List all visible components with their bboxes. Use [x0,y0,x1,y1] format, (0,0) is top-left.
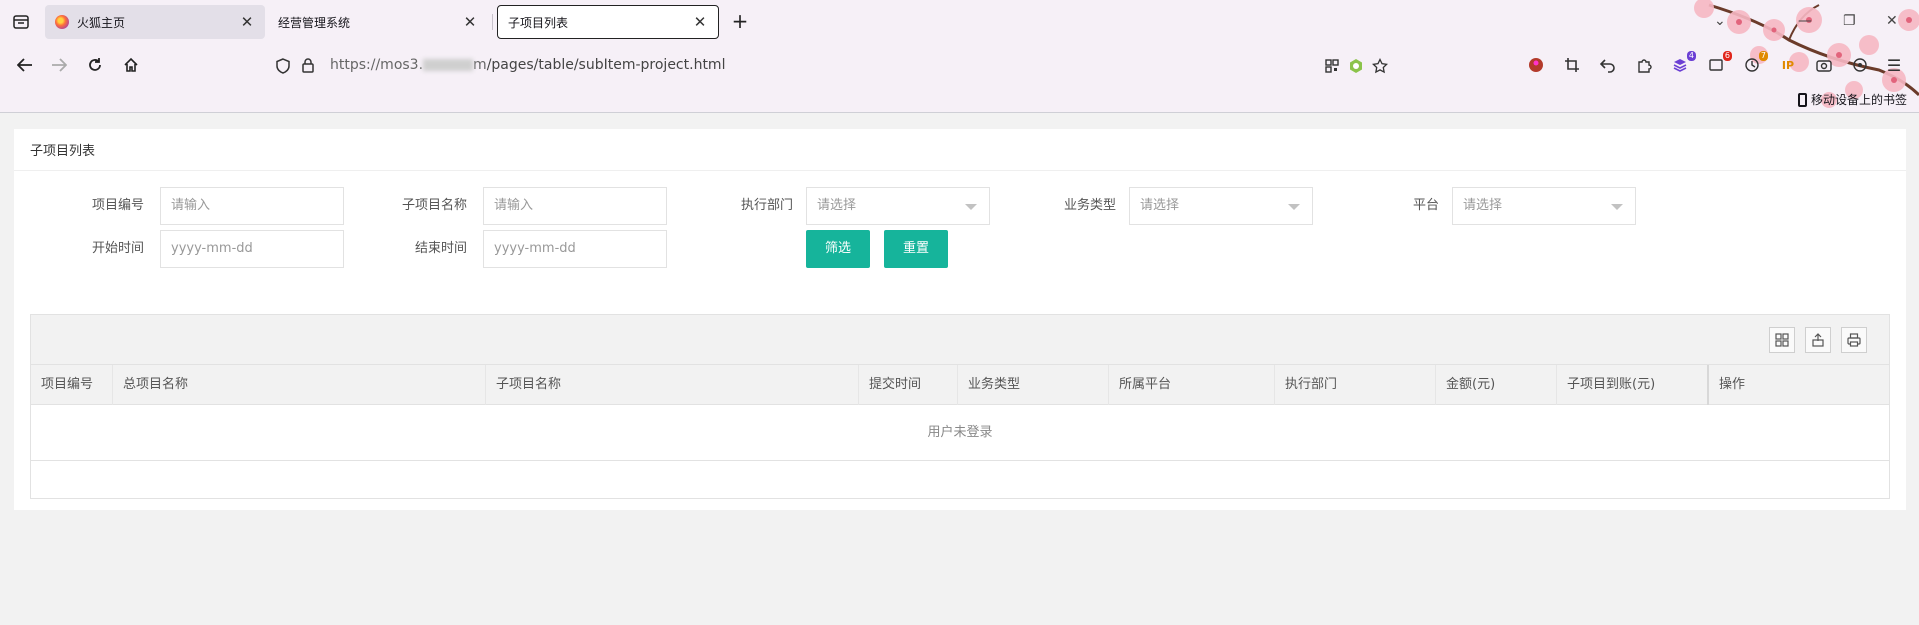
restore-icon[interactable]: ❐ [1843,13,1856,29]
column-header[interactable]: 总项目名称 [113,365,486,405]
window-close-icon[interactable]: ✕ [1886,13,1898,29]
url-text[interactable]: https://mos3. m/pages/table/subItem-proje… [330,57,725,73]
undo-icon[interactable] [1598,55,1618,75]
arrow-right-icon [52,58,67,72]
column-header[interactable]: 金额(元) [1436,365,1557,405]
page-card: 子项目列表 项目编号 请输入 子项目名称 请输入 执行部门 请选择 业务类型 请… [14,129,1906,510]
reload-icon [89,58,101,71]
ip-extension-icon[interactable]: IP [1778,55,1798,75]
tab-list-icon [13,15,29,29]
extensions-puzzle-icon[interactable] [1634,55,1654,75]
new-tab-button[interactable]: + [728,10,752,34]
forward-button[interactable] [46,53,72,77]
filter-button[interactable]: 筛选 [806,230,870,268]
chevron-down-icon[interactable]: ⌄ [1714,13,1726,29]
end-time-label: 结束时间 [414,241,467,256]
arrow-left-icon [17,58,32,72]
project-no-input[interactable]: 请输入 [160,187,344,225]
tab-title: 火狐主页 [77,15,126,30]
home-button[interactable] [118,53,144,77]
bookmark-star-icon[interactable] [1370,56,1390,76]
avatar-extension-icon[interactable] [1526,55,1546,75]
back-button[interactable] [12,53,38,77]
column-header[interactable]: 操作 [1709,365,1889,405]
column-header[interactable]: 业务类型 [958,365,1109,405]
stack-extension-icon[interactable]: 4 [1670,51,1696,75]
column-header[interactable]: 提交时间 [859,365,958,405]
column-header[interactable]: 项目编号 [31,365,113,405]
tab-separator [492,14,493,30]
start-time-label: 开始时间 [91,241,144,256]
end-time-input[interactable]: yyyy-mm-dd [483,230,667,268]
data-table: 项目编号 总项目名称 子项目名称 提交时间 业务类型 所属平台 执行部门 金额(… [30,314,1890,499]
tab-bar: 火狐主页 ✕ 经营管理系统 ✕ 子项目列表 ✕ + ⌄ — ❐ ✕ [0,0,1919,44]
phone-icon [1797,92,1807,107]
tab-title: 子项目列表 [508,15,569,30]
columns-toggle-icon[interactable] [1769,327,1795,353]
browser-chrome: 火狐主页 ✕ 经营管理系统 ✕ 子项目列表 ✕ + ⌄ — ❐ ✕ https:… [0,0,1919,113]
sub-project-name-input[interactable]: 请输入 [483,187,667,225]
settings-extension-icon[interactable] [1850,55,1870,75]
column-header[interactable]: 所属平台 [1109,365,1275,405]
project-no-label: 项目编号 [91,198,144,213]
crop-icon[interactable] [1562,55,1582,75]
tab-management-system[interactable]: 经营管理系统 ✕ [268,5,488,39]
platform-label: 平台 [1412,198,1439,213]
reload-button[interactable] [82,53,108,77]
tab-title: 经营管理系统 [278,15,351,30]
start-time-input[interactable]: yyyy-mm-dd [160,230,344,268]
empty-state-text: 用户未登录 [31,405,1889,461]
tab-firefox-home[interactable]: 火狐主页 ✕ [45,5,265,39]
reset-button[interactable]: 重置 [884,230,948,268]
firefox-icon [55,15,69,29]
table-toolbar [31,315,1889,365]
tab-close-icon[interactable]: ✕ [692,14,708,30]
menu-icon[interactable]: ☰ [1884,55,1904,75]
mail-extension-icon[interactable]: 6 [1706,51,1732,75]
mobile-bookmarks[interactable]: 移动设备上的书签 [1797,91,1907,108]
shield-icon[interactable] [276,58,290,74]
qr-code-icon[interactable] [1322,56,1342,76]
badge-count: 6 [1722,51,1732,61]
sub-project-name-label: 子项目名称 [401,198,467,213]
tab-close-icon[interactable]: ✕ [462,14,478,30]
redacted-domain [423,59,474,71]
table-header: 项目编号 总项目名称 子项目名称 提交时间 业务类型 所属平台 执行部门 金额(… [31,365,1889,405]
minimize-icon[interactable]: — [1798,13,1812,29]
business-type-select[interactable]: 请选择 [1129,187,1313,225]
tab-list-button[interactable] [8,10,34,34]
page-title: 子项目列表 [14,129,1906,171]
extension-hexagon-icon[interactable] [1346,56,1366,76]
badge-count: 7 [1758,51,1768,61]
nav-bar: https://mos3. m/pages/table/subItem-proje… [0,44,1919,86]
clock-extension-icon[interactable]: 7 [1742,51,1768,75]
mobile-bookmarks-label: 移动设备上的书签 [1810,93,1907,107]
export-icon[interactable] [1805,327,1831,353]
exec-dept-select[interactable]: 请选择 [806,187,990,225]
lock-icon[interactable] [302,58,314,73]
tab-sub-project-list[interactable]: 子项目列表 ✕ [497,5,719,39]
badge-count: 4 [1686,51,1696,61]
business-type-label: 业务类型 [1063,198,1116,213]
column-header[interactable]: 子项目名称 [486,365,859,405]
column-header[interactable]: 子项目到账(元) [1557,365,1709,405]
home-icon [124,57,138,72]
tab-close-icon[interactable]: ✕ [239,14,255,30]
camera-extension-icon[interactable] [1814,55,1834,75]
platform-select[interactable]: 请选择 [1452,187,1636,225]
print-icon[interactable] [1841,327,1867,353]
url-bar[interactable]: https://mos3. m/pages/table/subItem-proje… [266,50,1396,80]
exec-dept-label: 执行部门 [740,198,793,213]
column-header[interactable]: 执行部门 [1275,365,1436,405]
